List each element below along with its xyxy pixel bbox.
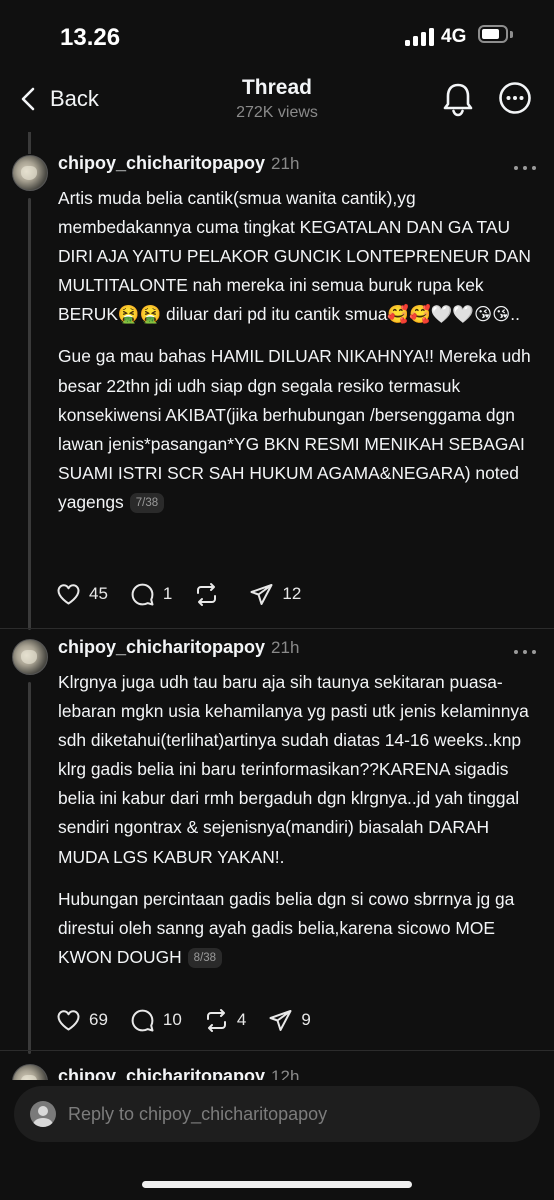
network-type: 4G bbox=[441, 26, 467, 47]
post-body: Klrgnya juga udh tau baru aja sih taunya… bbox=[58, 668, 540, 972]
reply-button[interactable]: 10 bbox=[130, 1008, 182, 1033]
post-time: 21h bbox=[271, 154, 300, 173]
battery-cap bbox=[510, 31, 513, 38]
signal-icon bbox=[405, 28, 435, 46]
reply-input[interactable] bbox=[68, 1100, 518, 1128]
send-icon bbox=[250, 583, 273, 605]
post-author[interactable]: chipoy_chicharitopapoy 12h bbox=[58, 1066, 299, 1080]
post-paragraph: Gue ga mau bahas HAMIL DILUAR NIKAHNYA!!… bbox=[58, 342, 540, 517]
post-time: 12h bbox=[271, 1067, 300, 1080]
post-paragraph-text: Hubungan percintaan gadis belia dgn si c… bbox=[58, 888, 515, 967]
post-actions: 69 10 4 9 bbox=[56, 1005, 333, 1035]
thread-connector-line bbox=[28, 682, 31, 1054]
share-count: 9 bbox=[301, 1010, 311, 1029]
comment-icon bbox=[131, 1009, 154, 1031]
repost-button[interactable] bbox=[194, 582, 227, 607]
username[interactable]: chipoy_chicharitopapoy bbox=[58, 637, 265, 657]
post-time: 21h bbox=[271, 638, 300, 657]
post-paragraph: Artis muda belia cantik(smua wanita cant… bbox=[58, 188, 531, 325]
post-author[interactable]: chipoy_chicharitopapoy 21h bbox=[58, 153, 299, 174]
like-button[interactable]: 45 bbox=[56, 582, 108, 607]
reply-button[interactable]: 1 bbox=[130, 582, 172, 607]
avatar[interactable] bbox=[12, 639, 48, 675]
share-button[interactable]: 9 bbox=[268, 1008, 311, 1033]
reply-count: 1 bbox=[162, 584, 173, 603]
thread-post: chipoy_chicharitopapoy 21h Artis muda bel… bbox=[0, 150, 554, 630]
thread-post: chipoy_chicharitopapoy 21h Klrgnya juga u… bbox=[0, 634, 554, 1054]
username[interactable]: chipoy_chicharitopapoy bbox=[58, 153, 265, 173]
reply-bar bbox=[14, 1086, 540, 1142]
like-count: 69 bbox=[89, 1010, 108, 1029]
post-paragraph-text: Gue ga mau bahas HAMIL DILUAR NIKAHNYA!!… bbox=[58, 346, 531, 512]
send-icon bbox=[269, 1009, 292, 1031]
share-count: 12 bbox=[282, 584, 302, 603]
post-divider bbox=[0, 1050, 554, 1051]
heart-icon bbox=[57, 583, 80, 604]
like-button[interactable]: 69 bbox=[56, 1008, 108, 1033]
battery-icon bbox=[478, 25, 508, 43]
user-avatar-icon bbox=[30, 1101, 56, 1127]
repost-button[interactable]: 4 bbox=[204, 1008, 246, 1033]
next-post-preview: chipoy_chicharitopapoy 12h bbox=[0, 1056, 554, 1080]
thread-header: Back Thread 272K views bbox=[0, 70, 554, 130]
post-divider bbox=[0, 628, 554, 629]
avatar[interactable] bbox=[12, 155, 48, 191]
avatar[interactable] bbox=[12, 1064, 48, 1080]
home-indicator[interactable] bbox=[142, 1181, 412, 1188]
heart-icon bbox=[57, 1009, 80, 1030]
post-paragraph: Hubungan percintaan gadis belia dgn si c… bbox=[58, 885, 540, 972]
post-author[interactable]: chipoy_chicharitopapoy 21h bbox=[58, 637, 299, 658]
like-count: 45 bbox=[89, 584, 108, 603]
status-bar: 13.26 4G bbox=[0, 0, 554, 70]
post-more-icon[interactable] bbox=[512, 163, 538, 173]
username[interactable]: chipoy_chicharitopapoy bbox=[58, 1066, 265, 1080]
status-time: 13.26 bbox=[60, 24, 121, 51]
post-more-icon[interactable] bbox=[512, 647, 538, 657]
comment-icon bbox=[131, 583, 154, 605]
reply-count: 10 bbox=[162, 1010, 182, 1029]
post-paragraph: Klrgnya juga udh tau baru aja sih taunya… bbox=[58, 672, 529, 867]
repost-icon bbox=[206, 1008, 226, 1032]
thread-connector-line bbox=[28, 198, 31, 630]
share-button[interactable]: 12 bbox=[249, 582, 301, 607]
repost-count: 4 bbox=[236, 1010, 247, 1029]
thread-counter-badge: 7/38 bbox=[129, 492, 165, 513]
more-options-icon[interactable] bbox=[498, 81, 532, 115]
post-actions: 45 1 12 bbox=[56, 579, 323, 609]
thread-counter-badge: 8/38 bbox=[187, 947, 223, 968]
battery-level-fill bbox=[482, 29, 499, 39]
post-body: Artis muda belia cantik(smua wanita cant… bbox=[58, 184, 540, 517]
bell-icon[interactable] bbox=[440, 80, 476, 118]
repost-icon bbox=[197, 582, 217, 606]
